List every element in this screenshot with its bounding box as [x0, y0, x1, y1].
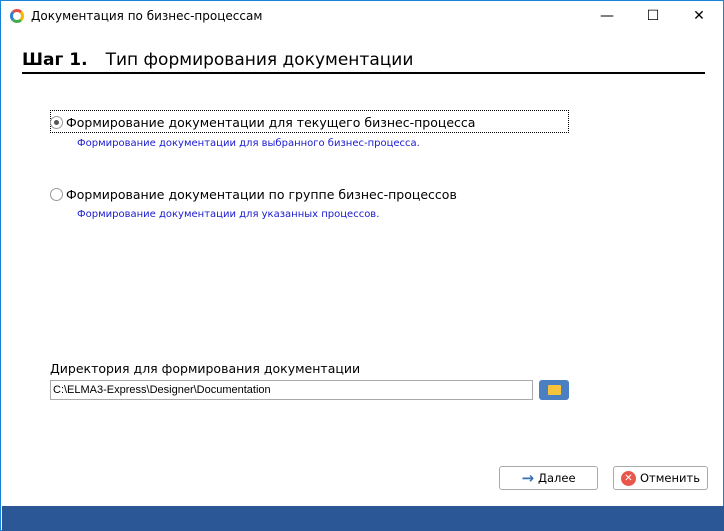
- title-bar: Документация по бизнес-процессам — ☐ ✕: [1, 1, 723, 31]
- radio-label: Формирование документации для текущего б…: [66, 115, 476, 130]
- radio-button-selected[interactable]: [50, 116, 63, 129]
- folder-icon: [548, 385, 561, 395]
- app-logo-icon: [10, 9, 24, 23]
- directory-label: Директория для формирования документации: [50, 361, 361, 376]
- cancel-icon: ✕: [621, 470, 636, 486]
- dialog-window: Документация по бизнес-процессам — ☐ ✕ Ш…: [0, 0, 724, 531]
- footer-bar: [2, 506, 724, 531]
- radio-process-group[interactable]: Формирование документации по группе бизн…: [50, 187, 457, 202]
- browse-folder-button[interactable]: [539, 380, 569, 400]
- arrow-right-icon: →: [521, 469, 535, 487]
- next-button[interactable]: → Далее: [499, 466, 598, 490]
- radio-current-process[interactable]: Формирование документации для текущего б…: [50, 115, 475, 130]
- close-button[interactable]: ✕: [676, 1, 722, 31]
- option-description: Формирование документации для выбранного…: [77, 138, 420, 149]
- option-description: Формирование документации для указанных …: [77, 209, 380, 220]
- minimize-button[interactable]: —: [584, 1, 630, 31]
- next-label: Далее: [538, 471, 576, 485]
- cancel-label: Отменить: [640, 471, 700, 485]
- window-title: Документация по бизнес-процессам: [31, 9, 263, 23]
- step-number: Шаг 1.: [22, 50, 88, 70]
- radio-button[interactable]: [50, 188, 63, 201]
- directory-input[interactable]: [50, 380, 533, 400]
- step-heading: Шаг 1. Тип формирования документации: [22, 50, 705, 74]
- step-title: Тип формирования документации: [105, 50, 414, 70]
- maximize-button[interactable]: ☐: [630, 1, 676, 31]
- cancel-button[interactable]: ✕ Отменить: [613, 466, 708, 490]
- radio-label: Формирование документации по группе бизн…: [66, 187, 457, 202]
